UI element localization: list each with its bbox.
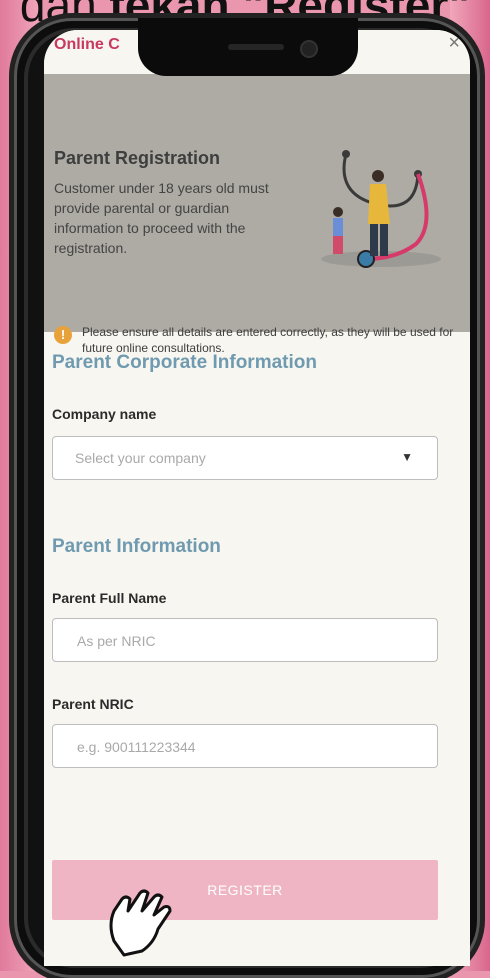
chevron-down-icon: ▼ xyxy=(401,450,413,464)
warning-icon: ! xyxy=(54,326,72,344)
parent-nric-label: Parent NRIC xyxy=(52,696,134,712)
close-icon[interactable]: × xyxy=(448,32,460,55)
doctor-child-illustration-icon xyxy=(321,150,441,268)
front-camera xyxy=(300,40,318,58)
parent-nric-field xyxy=(52,724,438,769)
parent-full-name-label: Parent Full Name xyxy=(52,590,167,606)
banner-title: Parent Registration xyxy=(54,148,221,168)
phone-notch xyxy=(138,18,358,76)
company-select-placeholder: Select your company xyxy=(75,450,206,466)
parent-nric-input[interactable] xyxy=(75,725,419,769)
section-title-corporate: Parent Corporate Information xyxy=(52,352,317,373)
parent-full-name-field xyxy=(52,618,438,663)
parent-full-name-input[interactable] xyxy=(75,619,419,663)
modal-title: Online C xyxy=(54,36,120,53)
company-name-label: Company name xyxy=(52,406,157,422)
banner-description: Customer under 18 years old must provide… xyxy=(54,180,269,256)
speaker-grille xyxy=(228,44,284,50)
company-select[interactable]: Select your company ▼ xyxy=(52,436,438,480)
app-screen: Online C × Parent Registration Customer … xyxy=(44,30,470,966)
section-title-parent: Parent Information xyxy=(52,536,221,557)
tap-hand-icon xyxy=(109,889,172,957)
parent-registration-banner: Parent Registration Customer under 18 ye… xyxy=(44,74,470,355)
